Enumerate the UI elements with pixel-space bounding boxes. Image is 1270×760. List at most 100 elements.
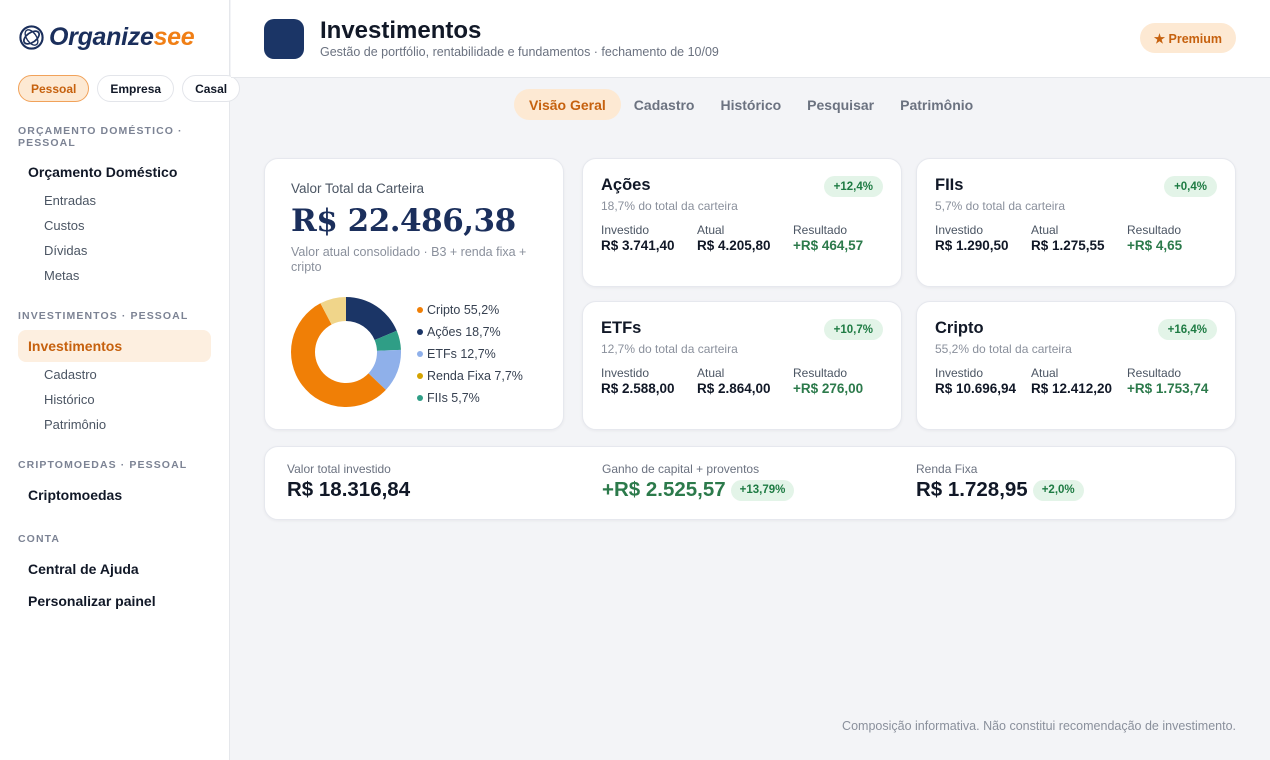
metric-value: R$ 2.864,00: [697, 381, 771, 396]
sidebar-subitem-historico[interactable]: Histórico: [44, 392, 95, 407]
portfolio-total-card: Valor Total da Carteira R$ 22.486,38 Val…: [264, 158, 564, 430]
metric-current: Atual R$ 2.864,00: [697, 366, 771, 396]
asset-card-fiis[interactable]: FIIs +0,4% 5,7% do total da carteira Inv…: [916, 158, 1236, 287]
metric-label: Investido: [601, 223, 650, 237]
legend-dot: [417, 395, 423, 401]
summary-fixed-income-label: Renda Fixa: [916, 462, 978, 476]
premium-button[interactable]: ★ Premium: [1139, 23, 1236, 53]
metric-label: Atual: [1031, 366, 1059, 380]
sidebar-item-criptomoedas[interactable]: Criptomoedas: [18, 479, 211, 511]
summary-gain-label: Ganho de capital + proventos: [602, 462, 760, 476]
profile-pill-casal[interactable]: Casal: [182, 75, 241, 102]
page-subtitle: Gestão de portfólio, rentabilidade e fun…: [320, 45, 719, 59]
metric-value: R$ 3.741,40: [601, 238, 675, 253]
metric-result: Resultado +R$ 464,57: [793, 223, 863, 253]
logo-icon: [19, 25, 44, 50]
legend-label: ETFs 12,7%: [427, 347, 496, 361]
legend-label: Renda Fixa 7,7%: [427, 369, 523, 383]
summary-card: Valor total investido R$ 18.316,84 Ganho…: [264, 446, 1236, 520]
tab-cadastro[interactable]: Cadastro: [621, 89, 708, 120]
tab-historico[interactable]: Histórico: [707, 89, 794, 120]
metric-label: Atual: [697, 366, 725, 380]
metric-value: R$ 1.290,50: [935, 238, 1009, 253]
metric-label: Investido: [935, 223, 984, 237]
sidebar-item-investimentos[interactable]: Investimentos: [18, 330, 211, 362]
asset-name: Ações: [601, 176, 651, 194]
profile-pill-empresa[interactable]: Empresa: [97, 75, 175, 102]
summary-fixed-income: Renda Fixa R$ 1.728,95 +2,0%: [916, 462, 1084, 502]
allocation-donut-chart: [291, 297, 401, 407]
sidebar-subitem-dividas[interactable]: Dívidas: [44, 243, 87, 258]
brand-name-part2: see: [153, 23, 195, 51]
sidebar-subitem-metas[interactable]: Metas: [44, 268, 79, 283]
metric-invested: Investido R$ 3.741,40: [601, 223, 675, 253]
portfolio-total-description: Valor atual consolidado · B3 + renda fix…: [291, 245, 527, 274]
portfolio-total-value: R$ 22.486,38: [291, 203, 516, 239]
portfolio-total-label: Valor Total da Carteira: [291, 181, 425, 196]
sidebar-item-central-de-ajuda[interactable]: Central de Ajuda: [18, 553, 211, 585]
asset-return-badge: +16,4%: [1157, 319, 1217, 340]
legend-item-renda-fixa: Renda Fixa 7,7%: [417, 365, 523, 387]
nav-section-criptomoedas: CRIPTOMOEDAS · PESSOAL: [18, 459, 188, 471]
metric-value: R$ 2.588,00: [601, 381, 675, 396]
summary-gain-value: +R$ 2.525,57: [602, 478, 726, 501]
metric-invested: Investido R$ 2.588,00: [601, 366, 675, 396]
sidebar-subitem-cadastro[interactable]: Cadastro: [44, 367, 97, 382]
metric-value: R$ 1.275,55: [1031, 238, 1105, 253]
sidebar-subitem-patrimonio[interactable]: Patrimônio: [44, 417, 106, 432]
summary-invested: Valor total investido R$ 18.316,84: [287, 462, 410, 502]
asset-name: ETFs: [601, 319, 642, 337]
asset-share: 12,7% do total da carteira: [601, 342, 738, 356]
asset-card-acoes[interactable]: Ações +12,4% 18,7% do total da carteira …: [582, 158, 902, 287]
legend-label: Cripto 55,2%: [427, 303, 500, 317]
asset-return-badge: +10,7%: [823, 319, 883, 340]
summary-fixed-income-value: R$ 1.728,95: [916, 478, 1028, 501]
metric-result: Resultado +R$ 1.753,74: [1127, 366, 1208, 396]
metric-current: Atual R$ 1.275,55: [1031, 223, 1105, 253]
brand-logo[interactable]: Organizesee: [18, 23, 195, 52]
legend-item-etfs: ETFs 12,7%: [417, 343, 523, 365]
metric-value: R$ 4.205,80: [697, 238, 771, 253]
summary-gain-badge: +13,79%: [730, 479, 795, 501]
metric-current: Atual R$ 4.205,80: [697, 223, 771, 253]
summary-gain: Ganho de capital + proventos +R$ 2.525,5…: [602, 462, 795, 502]
asset-name: FIIs: [935, 176, 964, 194]
sidebar-item-personalizar-painel[interactable]: Personalizar painel: [18, 585, 211, 617]
legend-label: FIIs 5,7%: [427, 391, 480, 405]
tab-patrimonio[interactable]: Patrimônio: [887, 89, 986, 120]
allocation-legend: Cripto 55,2% Ações 18,7% ETFs 12,7% Rend…: [417, 299, 523, 409]
page-header: Investimentos Gestão de portfólio, renta…: [231, 0, 1270, 78]
tab-pesquisar[interactable]: Pesquisar: [794, 89, 887, 120]
metric-label: Resultado: [793, 223, 848, 237]
sidebar-item-orcamento-domestico[interactable]: Orçamento Doméstico: [18, 156, 211, 188]
sidebar-subitem-entradas[interactable]: Entradas: [44, 193, 96, 208]
app-icon: [264, 19, 304, 59]
asset-card-cripto[interactable]: Cripto +16,4% 55,2% do total da carteira…: [916, 301, 1236, 430]
asset-card-etfs[interactable]: ETFs +10,7% 12,7% do total da carteira I…: [582, 301, 902, 430]
metric-label: Resultado: [1127, 223, 1182, 237]
sidebar: Organizesee Pessoal Empresa Casal ORÇAME…: [0, 0, 241, 760]
page-title: Investimentos: [320, 17, 482, 44]
asset-share: 18,7% do total da carteira: [601, 199, 738, 213]
tab-visao-geral[interactable]: Visão Geral: [514, 89, 621, 120]
asset-share: 5,7% do total da carteira: [935, 199, 1066, 213]
legend-dot: [417, 351, 423, 357]
asset-name: Cripto: [935, 319, 984, 337]
legend-item-fiis: FIIs 5,7%: [417, 387, 523, 409]
summary-fixed-income-badge: +2,0%: [1032, 479, 1084, 501]
sidebar-subitem-custos[interactable]: Custos: [44, 218, 84, 233]
asset-share: 55,2% do total da carteira: [935, 342, 1072, 356]
donut-slice-a-es: [346, 297, 397, 341]
asset-return-badge: +12,4%: [823, 176, 883, 197]
metric-value: +R$ 1.753,74: [1127, 381, 1209, 396]
summary-invested-value: R$ 18.316,84: [287, 478, 411, 501]
metric-label: Investido: [601, 366, 650, 380]
metric-result: Resultado +R$ 276,00: [793, 366, 863, 396]
profile-pill-pessoal[interactable]: Pessoal: [18, 75, 90, 102]
legend-dot: [417, 373, 423, 379]
metric-label: Resultado: [1127, 366, 1182, 380]
summary-invested-label: Valor total investido: [287, 462, 391, 476]
asset-return-badge: +0,4%: [1164, 176, 1217, 197]
metric-invested: Investido R$ 1.290,50: [935, 223, 1009, 253]
metric-invested: Investido R$ 10.696,94: [935, 366, 1016, 396]
